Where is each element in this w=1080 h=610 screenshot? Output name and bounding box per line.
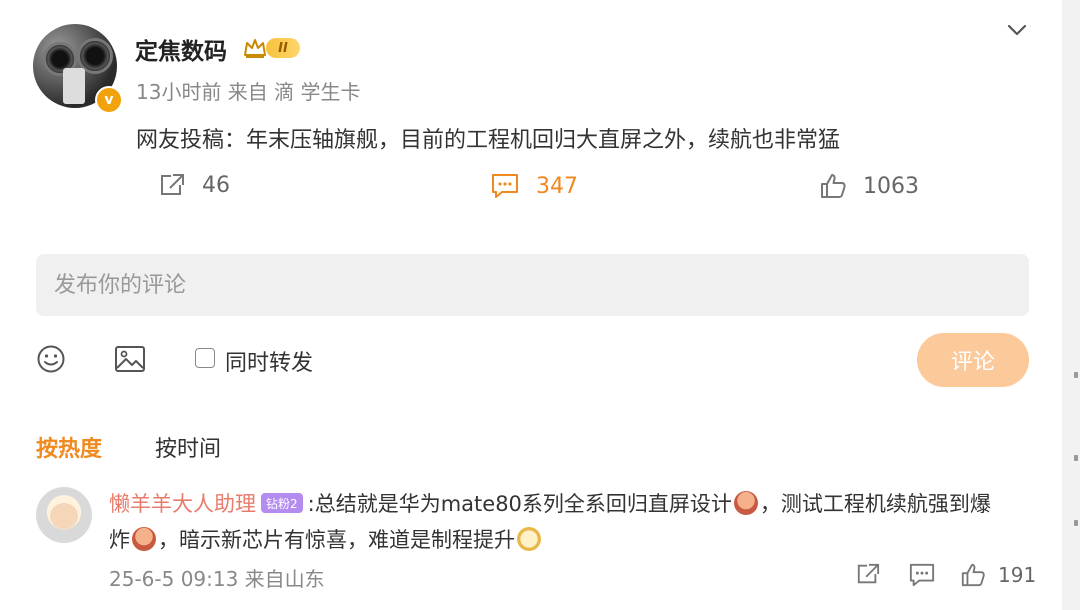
scroll-marker (1074, 455, 1078, 461)
image-icon[interactable] (114, 344, 146, 374)
post-meta: 13小时前 来自 滴 学生卡 (136, 80, 361, 104)
share-icon (857, 563, 880, 584)
repost-checkbox-label[interactable]: 同时转发 (225, 345, 313, 377)
reply-text-line2: 炸 ，暗示新芯片有惊喜，难道是制程提升 (109, 524, 543, 554)
tab-sort-hot[interactable]: 按热度 (36, 431, 102, 463)
page-margin (1062, 0, 1080, 610)
repost-button[interactable]: 46 (158, 172, 230, 198)
like-icon (961, 563, 985, 587)
fan-badge: 钻粉2 (261, 493, 303, 513)
like-count: 1063 (863, 173, 919, 199)
reply-text-part3: 炸 (109, 528, 130, 552)
share-icon (161, 174, 184, 195)
repost-count: 46 (202, 172, 230, 198)
comment-input[interactable] (36, 254, 1029, 316)
like-button[interactable]: 1063 (819, 172, 919, 200)
reply-meta: 25-6-5 09:13 来自山东 (109, 567, 325, 591)
reply-author-name[interactable]: 懒羊羊大人助理 (109, 488, 256, 518)
scroll-marker (1074, 372, 1078, 378)
tab-sort-time[interactable]: 按时间 (155, 431, 221, 463)
post-text: 网友投稿：年末压轴旗舰，目前的工程机回归大直屏之外，续航也非常猛 (136, 128, 841, 153)
chevron-down-icon[interactable] (1006, 22, 1028, 38)
reply-like-count: 191 (998, 563, 1037, 587)
author-name[interactable]: 定焦数码 (135, 32, 227, 66)
verified-badge: v (95, 86, 123, 114)
scroll-marker (1074, 520, 1078, 526)
comment-icon (492, 174, 518, 198)
reply-text-part4: ，暗示新芯片有惊喜，难道是制程提升 (158, 528, 515, 552)
level-badge: II (266, 38, 300, 58)
comment-count: 347 (536, 173, 578, 199)
reply-comment-button[interactable] (908, 562, 948, 588)
cat-emoji-icon (517, 527, 541, 551)
comment-button[interactable]: 347 (490, 172, 578, 200)
reply-avatar[interactable] (36, 487, 92, 543)
crown-icon (244, 39, 266, 58)
reply-text-part2: ，测试工程机续航强到爆 (759, 492, 991, 516)
reply-text-part1: :总结就是华为mate80系列全系回归直屏设计 (307, 492, 732, 516)
comment-icon (909, 563, 935, 587)
like-icon (821, 174, 846, 198)
emoji-sticker-icon (733, 491, 758, 515)
emoji-sticker-icon (132, 527, 156, 551)
reply-share-button[interactable] (855, 562, 893, 586)
emoji-icon[interactable] (36, 344, 66, 374)
reply-like-button[interactable]: 191 (960, 562, 1036, 588)
submit-comment-button[interactable]: 评论 (917, 333, 1029, 387)
post-card: v 定焦数码 II 13小时前 来自 滴 学生卡 网友投稿：年末压轴旗舰，目前的… (0, 0, 1062, 610)
repost-checkbox[interactable] (195, 348, 215, 368)
reply-text-line1: 懒羊羊大人助理 钻粉2 :总结就是华为mate80系列全系回归直屏设计 ，测试工… (109, 488, 991, 518)
